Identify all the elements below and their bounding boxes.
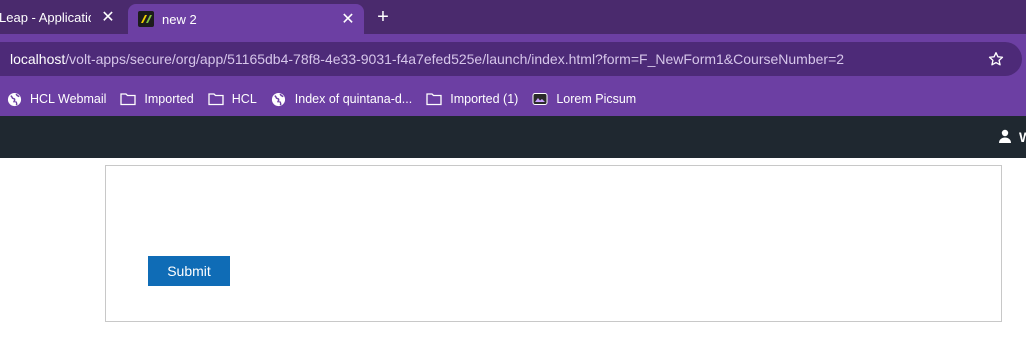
bookmark-label: Lorem Picsum	[556, 92, 637, 106]
bookmark-index-of-quintana[interactable]: Index of quintana-d...	[265, 85, 420, 113]
app-favicon-icon	[138, 11, 154, 27]
bookmark-label: Index of quintana-d...	[294, 92, 413, 106]
form-panel: Submit	[105, 165, 1002, 322]
tab-leap-application[interactable]: Leap - Application ✕	[0, 0, 128, 34]
bookmark-imported[interactable]: Imported	[114, 85, 201, 113]
bookmark-star-icon[interactable]	[986, 49, 1006, 69]
bookmark-lorem-picsum[interactable]: Lorem Picsum	[526, 85, 644, 113]
url-text[interactable]: localhost/volt-apps/secure/org/app/51165…	[10, 42, 844, 76]
bookmark-label: Imported (1)	[450, 92, 519, 106]
user-menu[interactable]: W	[998, 129, 1026, 145]
url-host: localhost	[10, 51, 66, 67]
bookmark-imported-1[interactable]: Imported (1)	[420, 85, 526, 113]
bookmark-label: HCL Webmail	[30, 92, 107, 106]
bookmarks-bar: HCL Webmail Imported HCL Index of quinta…	[0, 82, 1026, 116]
globe-icon	[6, 91, 22, 107]
folder-icon	[208, 91, 224, 107]
close-icon[interactable]: ✕	[98, 7, 118, 27]
bookmark-hcl-webmail[interactable]: HCL Webmail	[0, 85, 114, 113]
url-path: /volt-apps/secure/org/app/51165db4-78f8-…	[65, 51, 845, 67]
browser-toolbar: localhost/volt-apps/secure/org/app/51165…	[0, 34, 1026, 82]
bookmark-hcl[interactable]: HCL	[202, 85, 265, 113]
user-icon	[998, 129, 1014, 145]
submit-button[interactable]: Submit	[148, 256, 230, 286]
user-label: W	[1019, 129, 1026, 145]
folder-icon	[426, 91, 442, 107]
globe-icon	[271, 91, 287, 107]
new-tab-button[interactable]: +	[372, 6, 394, 28]
bookmark-label: HCL	[231, 92, 257, 106]
image-icon	[532, 91, 548, 107]
close-icon[interactable]: ✕	[338, 9, 358, 29]
tab-title: new 2	[162, 11, 197, 27]
tab-title: Leap - Application	[0, 9, 91, 25]
app-header: W	[0, 116, 1026, 158]
bookmark-label: Imported	[144, 92, 194, 106]
tab-strip: Leap - Application ✕ new 2 ✕ +	[0, 0, 1026, 34]
address-bar[interactable]: localhost/volt-apps/secure/org/app/51165…	[0, 42, 1022, 76]
folder-icon	[120, 91, 137, 107]
tab-new-2[interactable]: new 2 ✕	[128, 4, 364, 34]
